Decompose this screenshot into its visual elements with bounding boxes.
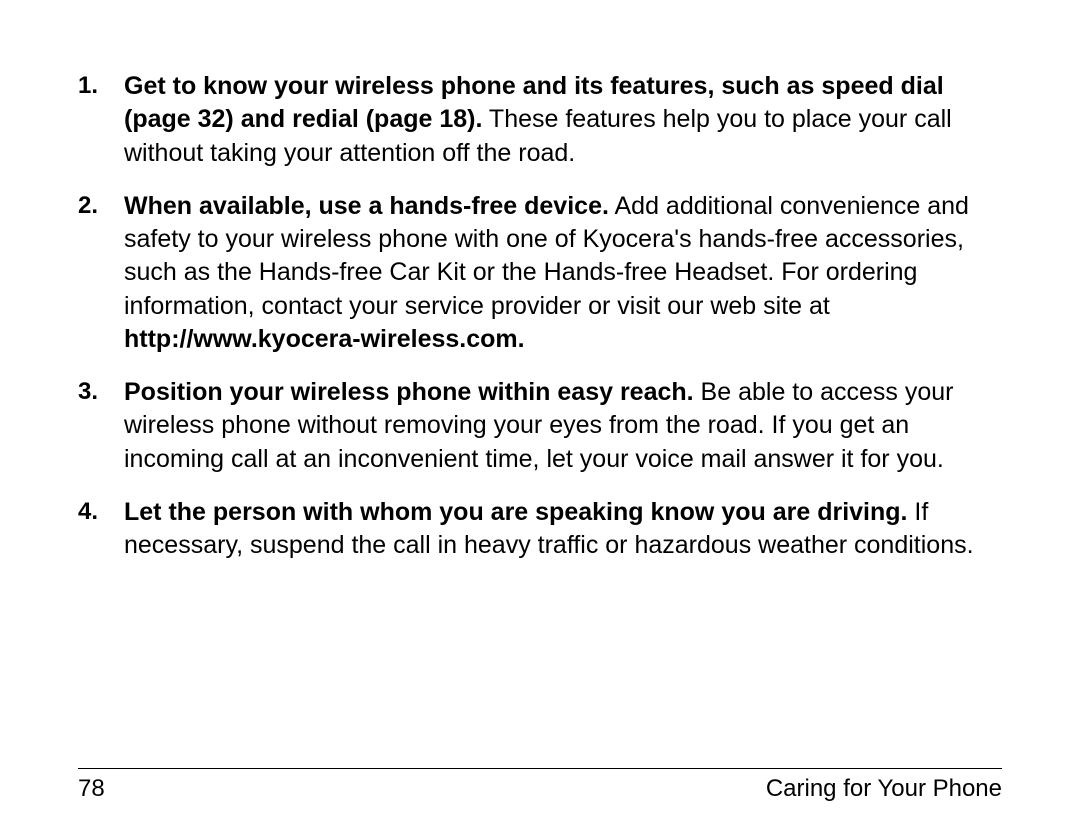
page-number: 78 (78, 775, 105, 804)
page-footer: 78 Caring for Your Phone (78, 768, 1002, 804)
item-url: http://www.kyocera-wireless.com. (124, 325, 525, 353)
item-bold-lead: When available, use a hands-free device. (124, 192, 609, 220)
item-bold-lead: Position your wireless phone within easy… (124, 378, 694, 406)
list-item: Position your wireless phone within easy… (78, 376, 1002, 476)
list-item: Let the person with whom you are speakin… (78, 496, 1002, 563)
section-title: Caring for Your Phone (766, 775, 1002, 804)
item-bold-lead: Let the person with whom you are speakin… (124, 498, 907, 526)
manual-page: Get to know your wireless phone and its … (0, 0, 1080, 834)
footer-rule (78, 768, 1002, 769)
list-item: When available, use a hands-free device.… (78, 190, 1002, 356)
footer-row: 78 Caring for Your Phone (78, 775, 1002, 804)
numbered-list: Get to know your wireless phone and its … (78, 70, 1002, 562)
list-item: Get to know your wireless phone and its … (78, 70, 1002, 170)
